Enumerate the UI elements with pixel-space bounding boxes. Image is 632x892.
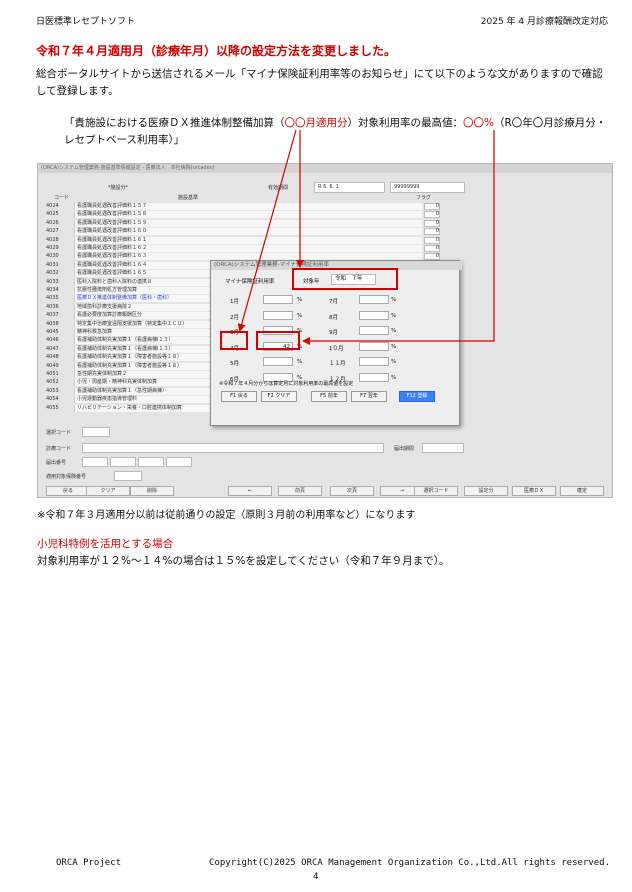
page-number: 4 [313, 872, 319, 882]
arrow-to-rate-value [302, 130, 495, 345]
arrow-to-april [237, 129, 297, 332]
pediatric-text: 対象利用率が１２%～１４%の場合は１５%を設定してください（令和７年９月まで）。 [37, 555, 450, 567]
annotation-arrows [237, 129, 495, 345]
footer-copyright: Copyright(C)2025 ORCA Management Organiz… [209, 858, 610, 868]
footer-left: ORCA Project [56, 858, 122, 868]
pediatric-heading: 小児科特例を活用とする場合 [37, 538, 174, 550]
march-note: ※令和７年３月適用分以前は従前通りの設定（原則３月前の利用率など）になります [37, 510, 416, 521]
